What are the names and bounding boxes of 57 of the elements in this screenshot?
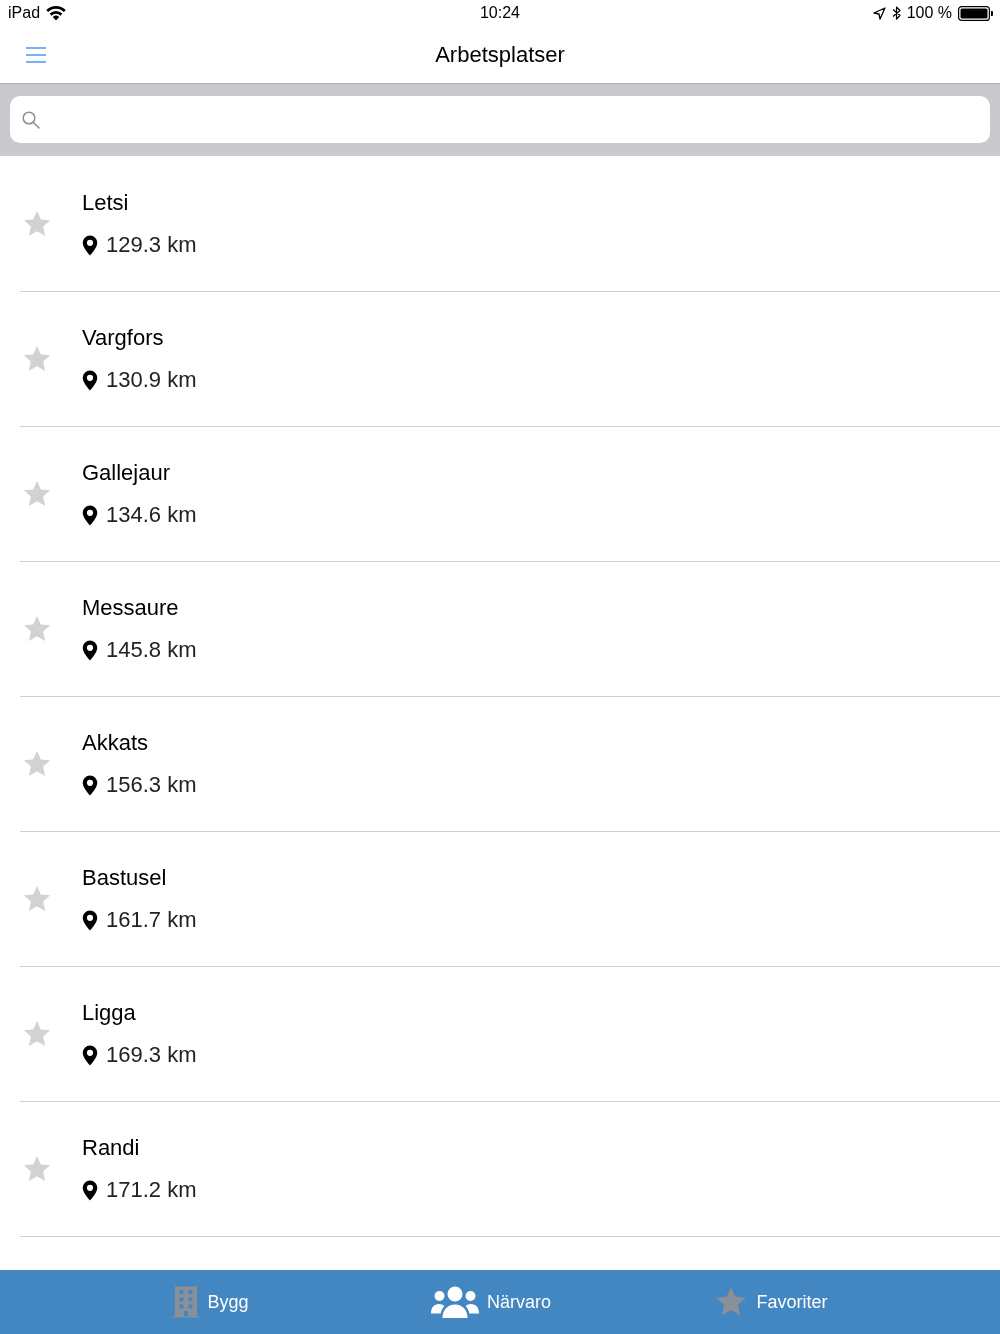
workplace-row[interactable]: Letsi 129.3 km	[20, 157, 1000, 292]
building-icon	[173, 1286, 200, 1318]
workplace-row[interactable]: Randi 171.2 km	[20, 1102, 1000, 1237]
tab-bar-item[interactable]: Favoriter	[631, 1270, 911, 1334]
bluetooth-icon	[891, 6, 901, 20]
star-icon[interactable]	[22, 1154, 52, 1184]
star-icon[interactable]	[22, 614, 52, 644]
workplace-name: Bastusel	[82, 864, 168, 892]
search-field[interactable]	[10, 96, 990, 143]
star-icon[interactable]	[22, 209, 52, 239]
carrier-label: iPad	[8, 3, 41, 23]
page-title: Arbetsplatser	[435, 42, 565, 67]
map-pin-icon	[82, 774, 98, 796]
wifi-icon	[46, 5, 67, 21]
workplace-row[interactable]: Vargfors 130.9 km	[20, 292, 1000, 427]
workplace-name: Akkats	[82, 729, 150, 757]
map-pin-icon	[82, 1044, 98, 1066]
distance-text: 171.2 km	[106, 1176, 197, 1204]
workplace-row[interactable]: Akkats 156.3 km	[20, 697, 1000, 832]
workplace-name: Letsi	[82, 189, 130, 217]
tab-bar-item[interactable]: Närvaro	[351, 1270, 631, 1334]
distance-text: 145.8 km	[106, 636, 197, 664]
distance-text: 156.3 km	[106, 771, 197, 799]
distance-text: 161.7 km	[106, 906, 197, 934]
clock-time: 10:24	[479, 4, 520, 21]
search-icon	[22, 110, 40, 129]
map-pin-icon	[82, 1179, 98, 1201]
menu-icon	[26, 46, 46, 63]
star-icon[interactable]	[22, 749, 52, 779]
workplace-name: Randi	[82, 1134, 141, 1162]
map-pin-icon	[82, 504, 98, 526]
map-pin-icon	[82, 639, 98, 661]
map-pin-icon	[82, 369, 98, 391]
people-icon	[431, 1286, 479, 1318]
workplace-row[interactable]: Messaure 145.8 km	[20, 562, 1000, 697]
distance-text: 134.6 km	[106, 501, 197, 529]
workplace-name: Ligga	[82, 999, 137, 1027]
tab-bar-item[interactable]: Bygg	[71, 1270, 351, 1334]
location-arrow-icon	[872, 6, 886, 20]
distance-text: 129.3 km	[106, 231, 197, 259]
star-icon[interactable]	[22, 344, 52, 374]
workplace-name: Gallejaur	[82, 459, 172, 487]
menu-button[interactable]	[26, 46, 46, 63]
star-icon[interactable]	[22, 1019, 52, 1049]
workplace-row[interactable]: Bastusel 161.7 km	[20, 832, 1000, 967]
distance-text: 130.9 km	[106, 366, 197, 394]
distance-text: 169.3 km	[106, 1041, 197, 1069]
workplace-row[interactable]: Gallejaur 134.6 km	[20, 427, 1000, 562]
battery-percentage: 100 %	[906, 3, 952, 23]
battery-icon	[958, 5, 993, 21]
workplace-name: Messaure	[82, 594, 180, 622]
map-pin-icon	[82, 909, 98, 931]
workplace-name: Vargfors	[82, 324, 165, 352]
map-pin-icon	[82, 234, 98, 256]
workplace-row[interactable]: Ligga 169.3 km	[20, 967, 1000, 1102]
star-icon[interactable]	[22, 884, 52, 914]
star-icon[interactable]	[22, 479, 52, 509]
